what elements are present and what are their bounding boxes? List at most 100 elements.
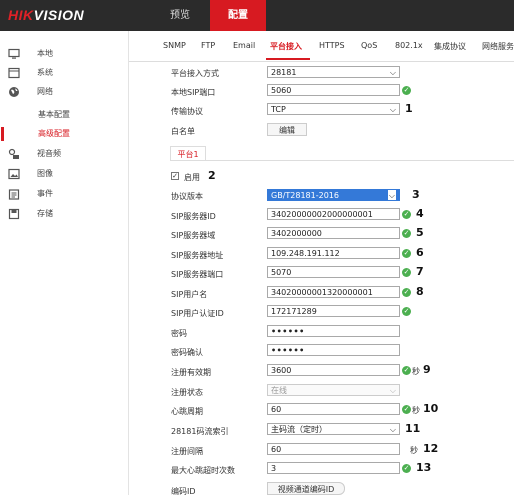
sip-server-id-input[interactable]: 34020000002000000001	[267, 208, 400, 220]
image-icon	[8, 168, 20, 180]
check-icon: ✓	[402, 405, 411, 414]
tab-network-service[interactable]: 网络服务	[482, 41, 514, 52]
sidebar-subitem-label: 基本配置	[38, 110, 70, 119]
annotation-12: 12	[423, 442, 439, 455]
annotation-13: 13	[416, 461, 432, 474]
sip-auth-id-input[interactable]: 172171289	[267, 305, 400, 317]
registration-expiry-input[interactable]: 3600	[267, 364, 400, 376]
transport-select[interactable]: TCP ⌵	[267, 103, 400, 115]
sidebar-subitem-label: 高级配置	[38, 129, 70, 138]
max-heartbeat-timeout-label: 最大心跳超时次数	[171, 466, 235, 475]
sip-server-address-label: SIP服务器地址	[171, 251, 224, 260]
registration-status-select: 在线 ⌵	[267, 384, 400, 396]
sidebar-item-system[interactable]: 系统	[0, 64, 128, 82]
password-label: 密码	[171, 329, 187, 338]
edit-whitelist-button[interactable]: 编辑	[267, 123, 307, 136]
registration-interval-label: 注册间隔	[171, 447, 203, 456]
video-channel-encode-id-button[interactable]: 视频通道编码ID	[267, 482, 345, 495]
sip-auth-id-label: SIP用户认证ID	[171, 309, 224, 318]
tab-email[interactable]: Email	[233, 41, 255, 50]
tab-integration-protocol[interactable]: 集成协议	[434, 41, 466, 52]
active-indicator	[1, 127, 4, 141]
encode-id-label: 编码ID	[171, 487, 196, 496]
check-icon: ✓	[402, 229, 411, 238]
sip-username-input[interactable]: 34020000001320000001	[267, 286, 400, 298]
tab-snmp[interactable]: SNMP	[163, 41, 186, 50]
chevron-down-icon: ⌵	[389, 68, 396, 77]
sidebar-item-storage[interactable]: 存储	[0, 205, 128, 223]
nav-configuration[interactable]: 配置	[210, 0, 266, 31]
annotation-3: 3	[412, 188, 420, 201]
sidebar-item-label: 视音频	[37, 149, 61, 158]
sip-server-address-input[interactable]: 109.248.191.112	[267, 247, 400, 259]
local-sip-port-label: 本地SIP端口	[171, 88, 216, 97]
max-heartbeat-timeout-input[interactable]: 3	[267, 462, 400, 474]
storage-icon	[8, 208, 20, 220]
sidebar-item-label: 图像	[37, 169, 53, 178]
registration-interval-input[interactable]: 60	[267, 443, 400, 455]
stream-index-select[interactable]: 主码流（定时） ⌵	[267, 423, 400, 435]
protocol-version-label: 协议版本	[171, 192, 203, 201]
chevron-down-icon: ⌵	[389, 425, 396, 434]
sidebar-item-label: 事件	[37, 189, 53, 198]
annotation-6: 6	[416, 246, 424, 259]
active-tab-underline	[266, 58, 310, 60]
check-icon: ✓	[402, 307, 411, 316]
event-icon	[8, 189, 20, 200]
check-icon: ✓	[402, 268, 411, 277]
heartbeat-period-label: 心跳周期	[171, 407, 203, 416]
access-mode-select[interactable]: 28181 ⌵	[267, 66, 400, 78]
tab-platform-1[interactable]: 平台1	[170, 146, 206, 161]
stream-index-label: 28181码流索引	[171, 427, 229, 436]
annotation-5: 5	[416, 226, 424, 239]
check-icon: ✓	[402, 210, 411, 219]
tab-https[interactable]: HTTPS	[319, 41, 345, 50]
sip-server-port-label: SIP服务器端口	[171, 270, 224, 279]
sip-username-label: SIP用户名	[171, 290, 208, 299]
sidebar-item-event[interactable]: 事件	[0, 185, 128, 203]
annotation-9: 9	[423, 363, 431, 376]
tab-8021x[interactable]: 802.1x	[395, 41, 423, 50]
divider	[170, 160, 514, 161]
access-mode-label: 平台接入方式	[171, 69, 219, 78]
annotation-4: 4	[416, 207, 424, 220]
sidebar-item-local[interactable]: 本地	[0, 45, 128, 63]
annotation-8: 8	[416, 285, 424, 298]
sidebar-subitem-basic[interactable]: 基本配置	[0, 106, 128, 124]
tab-ftp[interactable]: FTP	[201, 41, 215, 50]
sidebar-item-audio-video[interactable]: 视音频	[0, 145, 128, 163]
monitor-icon	[8, 48, 20, 59]
chevron-down-icon: ⌵	[389, 386, 396, 395]
unit-seconds: 秒	[412, 367, 420, 376]
check-icon: ✓	[402, 366, 411, 375]
sidebar-item-label: 系统	[37, 68, 53, 77]
registration-status-label: 注册状态	[171, 388, 203, 397]
annotation-2: 2	[208, 169, 216, 182]
sidebar-item-network[interactable]: 网络	[0, 83, 128, 101]
sidebar-item-image[interactable]: 图像	[0, 165, 128, 183]
audio-video-icon	[8, 148, 19, 159]
sip-server-port-input[interactable]: 5070	[267, 266, 400, 278]
tab-platform-access[interactable]: 平台接入	[270, 41, 302, 52]
nav-preview[interactable]: 预览	[155, 0, 205, 31]
sip-server-domain-input[interactable]: 3402000000	[267, 227, 400, 239]
annotation-11: 11	[405, 422, 421, 435]
annotation-7: 7	[416, 265, 424, 278]
transport-label: 传输协议	[171, 107, 203, 116]
sidebar-subitem-advanced[interactable]: 高级配置	[0, 125, 128, 143]
annotation-1: 1	[405, 102, 413, 115]
unit-seconds: 秒	[412, 406, 420, 415]
check-icon: ✓	[402, 249, 411, 258]
local-sip-port-input[interactable]: 5060	[267, 84, 400, 96]
password-input[interactable]: ••••••	[267, 325, 400, 337]
sip-server-domain-label: SIP服务器域	[171, 231, 216, 240]
tab-qos[interactable]: QoS	[361, 41, 377, 50]
check-icon: ✓	[402, 86, 411, 95]
sidebar-item-label: 存储	[37, 209, 53, 218]
annotation-10: 10	[423, 402, 439, 415]
enable-checkbox[interactable]: ✓	[171, 172, 179, 180]
password-confirm-input[interactable]: ••••••	[267, 344, 400, 356]
protocol-version-select[interactable]: GB/T28181-2016 ⌵	[267, 189, 400, 201]
heartbeat-period-input[interactable]: 60	[267, 403, 400, 415]
sidebar-item-label: 网络	[37, 87, 53, 96]
